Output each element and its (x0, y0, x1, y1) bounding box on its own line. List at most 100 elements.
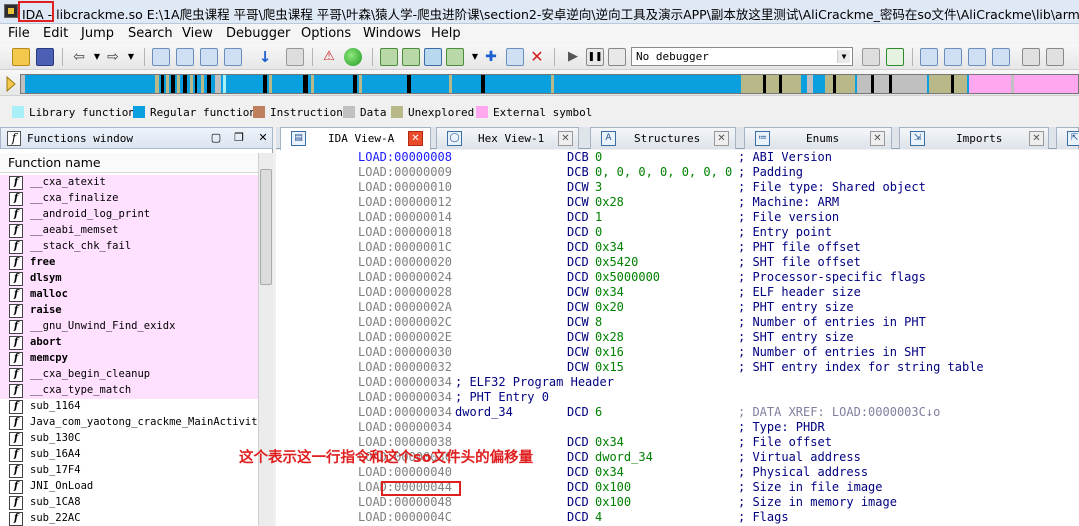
string-icon[interactable] (424, 48, 442, 66)
navband-scroll-icon[interactable] (4, 74, 18, 94)
trace-icon[interactable] (968, 48, 986, 66)
function-list-item[interactable]: f __aeabi_memset (0, 223, 258, 239)
function-list-item[interactable]: f sub_17F4 (0, 463, 258, 479)
function-list-item[interactable]: f __cxa_type_match (0, 383, 258, 399)
pause-icon[interactable]: ❚❚ (586, 48, 604, 66)
close-icon[interactable]: ✕ (714, 131, 729, 146)
disassembly-line[interactable]: LOAD:00000048 DCD 0x100 ; Size in memory im… (276, 495, 1079, 510)
disassembly-line[interactable]: LOAD:0000002C DCW 8 ; Number of entries in … (276, 315, 1079, 330)
function-list-item[interactable]: f __gnu_Unwind_Find_exidx (0, 319, 258, 335)
menu-edit[interactable]: Edit (43, 26, 68, 41)
forward-dropdown-icon[interactable]: ▼ (122, 48, 140, 66)
menu-options[interactable]: Options (301, 26, 351, 41)
menu-view[interactable]: View (182, 26, 213, 41)
ida-view-a[interactable]: LOAD:00000008 DCB 0; ABI Version LOAD:00000… (276, 150, 1079, 526)
menu-debugger[interactable]: Debugger (226, 26, 290, 41)
back-arrow-icon[interactable]: ⇦ (70, 48, 88, 66)
tab-ida-view-a[interactable]: ▤ IDA View-A ✕ (280, 127, 431, 150)
close-icon[interactable]: ✕ (1029, 131, 1044, 146)
proximity-icon[interactable] (1046, 48, 1064, 66)
close-icon[interactable]: ✕ (408, 131, 423, 146)
tab-structures[interactable]: A Structures ✕ (590, 127, 736, 149)
function-list-item[interactable]: f free (0, 255, 258, 271)
search-next-icon[interactable] (224, 48, 242, 66)
scrollbar-thumb[interactable] (260, 169, 272, 285)
save-icon[interactable] (36, 48, 54, 66)
function-list-item[interactable]: f dlsym (0, 271, 258, 287)
disassembly-line[interactable]: LOAD:00000034; ELF32 Program Header (276, 375, 1079, 390)
function-name-column-header[interactable]: Function name (0, 153, 258, 173)
function-list-item[interactable]: f __cxa_atexit (0, 175, 258, 191)
disassembly-line[interactable]: LOAD:00000034; PHT Entry 0 (276, 390, 1079, 405)
tab-hex-view-1[interactable]: ◯ Hex View-1 ✕ (436, 127, 579, 149)
function-list-item[interactable]: f sub_22AC (0, 511, 258, 526)
function-list-item[interactable]: f abort (0, 335, 258, 351)
menu-help[interactable]: Help (431, 26, 461, 41)
forward-arrow-icon[interactable]: ⇨ (104, 48, 122, 66)
mark-icon[interactable] (286, 48, 304, 66)
chevron-down-icon[interactable]: ▼ (837, 50, 850, 63)
disassembly-line[interactable]: LOAD:00000040 DCD 0x34 ; Physical address (276, 465, 1079, 480)
disassembly-line[interactable]: LOAD:00000024 DCD 0x5000000 ; Processor-spe… (276, 270, 1079, 285)
close-icon[interactable]: ✕ (558, 131, 573, 146)
functions-scrollbar[interactable] (258, 153, 273, 526)
function-list-item[interactable]: f sub_1CA8 (0, 495, 258, 511)
function-list-item[interactable]: f Java_com_yaotong_crackme_MainActivity_ (0, 415, 258, 431)
green-circle-icon[interactable] (344, 48, 362, 66)
disassembly-line[interactable]: LOAD:00000008 DCB 0 ; ABI Version (276, 150, 1079, 165)
data-icon[interactable] (402, 48, 420, 66)
function-list-item[interactable]: f malloc (0, 287, 258, 303)
tab-more[interactable]: ⇱ (1056, 127, 1079, 149)
list-icon[interactable] (920, 48, 938, 66)
disassembly-line[interactable]: LOAD:00000009 DCB 0, 0, 0, 0, 0, 0, 0 ; Pad… (276, 165, 1079, 180)
disassembly-line[interactable]: LOAD:00000014 DCD 1 ; File version (276, 210, 1079, 225)
menu-windows[interactable]: Windows (363, 26, 421, 41)
start-debug-icon[interactable]: ▶ (564, 48, 582, 66)
search-text-icon[interactable] (176, 48, 194, 66)
disassembly-line[interactable]: LOAD:0000001C DCD 0x34 ; PHT file offset (276, 240, 1079, 255)
stop-icon[interactable] (608, 48, 626, 66)
restore-icon[interactable]: ❐ (231, 130, 247, 146)
code-icon[interactable] (380, 48, 398, 66)
menu-file[interactable]: File (8, 26, 30, 41)
function-list-item[interactable]: f raise (0, 303, 258, 319)
disassembly-line[interactable]: LOAD:00000018 DCD 0 ; Entry point (276, 225, 1079, 240)
tab-imports[interactable]: ⇲ Imports ✕ (899, 127, 1049, 149)
navigation-band[interactable] (20, 74, 1079, 94)
minimize-icon[interactable]: ▢ (208, 130, 224, 146)
open-icon[interactable] (12, 48, 30, 66)
breakpoints-icon[interactable] (944, 48, 962, 66)
tracing-options-icon[interactable] (992, 48, 1010, 66)
disassembly-line[interactable]: LOAD:00000034 ; Type: PHDR (276, 420, 1079, 435)
search-binary-icon[interactable] (152, 48, 170, 66)
function-list-item[interactable]: f memcpy (0, 351, 258, 367)
tab-enums[interactable]: ≔ Enums ✕ (744, 127, 892, 149)
close-icon[interactable]: ✕ (255, 130, 271, 146)
disassembly-line[interactable]: LOAD:00000028 DCW 0x34 ; ELF header size (276, 285, 1079, 300)
disassembly-line[interactable]: LOAD:00000020 DCD 0x5420 ; SHT file offset (276, 255, 1079, 270)
function-list-item[interactable]: f __cxa_begin_cleanup (0, 367, 258, 383)
struct-icon[interactable] (506, 48, 524, 66)
function-list-item[interactable]: f __stack_chk_fail (0, 239, 258, 255)
step-over-icon[interactable] (886, 48, 904, 66)
disassembly-line[interactable]: LOAD:00000034 dword_34 DCD 6 ; DATA XREF: LO… (276, 405, 1079, 420)
close-icon[interactable]: ✕ (870, 131, 885, 146)
function-list-item[interactable]: f sub_130C (0, 431, 258, 447)
function-list-item[interactable]: f sub_16A4 (0, 447, 258, 463)
function-list-item[interactable]: f __cxa_finalize (0, 191, 258, 207)
ida-app-icon[interactable] (4, 4, 18, 18)
disassembly-line[interactable]: LOAD:0000002E DCW 0x28 ; SHT entry size (276, 330, 1079, 345)
array-icon[interactable] (446, 48, 464, 66)
disassembly-line[interactable]: LOAD:00000032 DCW 0x15 ; SHT entry index fo… (276, 360, 1079, 375)
search-immediate-icon[interactable] (200, 48, 218, 66)
undefine-x-icon[interactable]: ✕ (528, 48, 546, 66)
disassembly-line[interactable]: LOAD:0000002A DCW 0x20 ; PHT entry size (276, 300, 1079, 315)
function-list-item[interactable]: f JNI_OnLoad (0, 479, 258, 495)
disassembly-line[interactable]: LOAD:00000010 DCW 3 ; File type: Shared obj… (276, 180, 1079, 195)
disassembly-line[interactable]: LOAD:00000012 DCW 0x28 ; Machine: ARM (276, 195, 1079, 210)
plus-icon[interactable]: ✚ (482, 48, 500, 66)
disassembly-line[interactable]: LOAD:00000030 DCW 0x16 ; Number of entries … (276, 345, 1079, 360)
menu-search[interactable]: Search (128, 26, 173, 41)
function-list-item[interactable]: f __android_log_print (0, 207, 258, 223)
debugger-select[interactable]: No debugger ▼ (631, 47, 853, 66)
